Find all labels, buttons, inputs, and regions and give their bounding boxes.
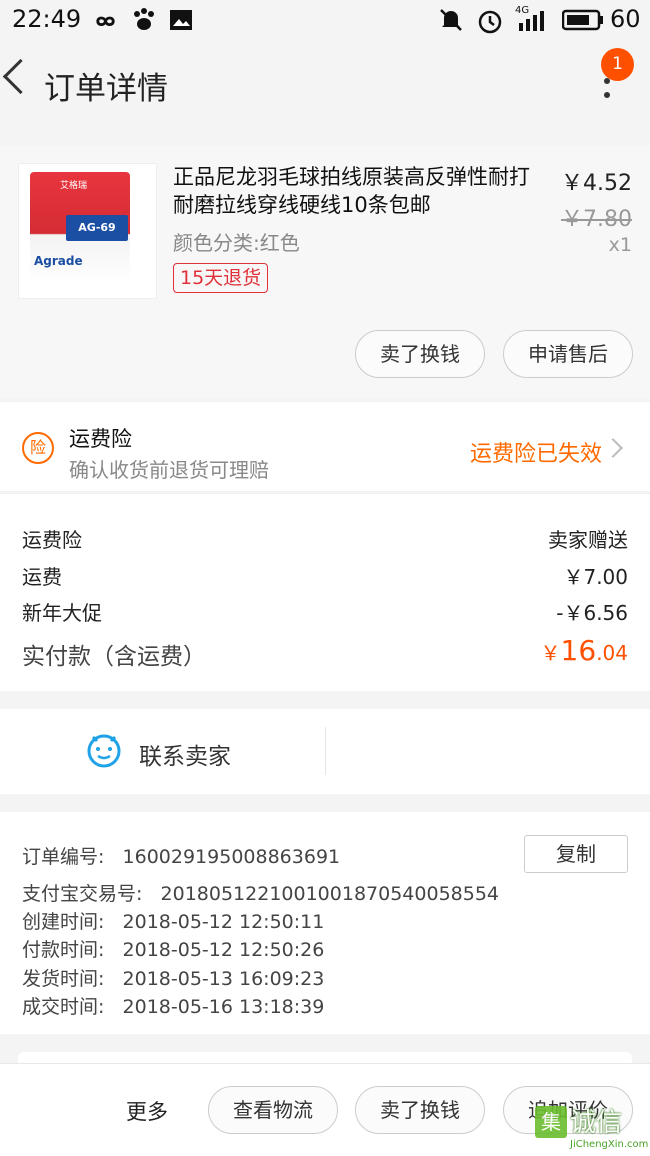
insurance-icon: 险 <box>22 432 54 464</box>
package-header-text: 艾格瑞 <box>60 181 88 191</box>
summary-value: ￥7.00 <box>563 565 628 589</box>
more-menu-icon-dot[interactable] <box>604 92 610 98</box>
info-label: 支付宝交易号: <box>22 883 143 905</box>
info-label: 订单编号: <box>22 846 105 868</box>
summary-label: 新年大促 <box>22 601 102 625</box>
summary-label: 运费险 <box>22 528 82 552</box>
info-value: 2018051221001001870540058554 <box>160 883 500 905</box>
package-brand: Agrade <box>34 254 83 268</box>
info-value: 2018-05-16 13:18:39 <box>122 996 325 1018</box>
summary-label: 运费 <box>22 565 62 589</box>
order-number-row: 订单编号: 160029195008863691 <box>22 842 340 869</box>
watermark-logo: 集 <box>535 1106 567 1138</box>
insurance-title: 运费险 <box>69 427 132 451</box>
view-logistics-button[interactable]: 查看物流 <box>208 1086 338 1134</box>
insurance-subtitle: 确认收货前退货可理赔 <box>69 458 269 482</box>
total-decimal: .04 <box>596 641 628 665</box>
info-label: 成交时间: <box>22 996 105 1018</box>
ship-time-row: 发货时间: 2018-05-13 16:09:23 <box>22 964 324 991</box>
product-sku: 颜色分类:红色 <box>173 231 300 255</box>
page-title: 订单详情 <box>44 71 168 107</box>
info-label: 付款时间: <box>22 939 105 961</box>
create-time-row: 创建时间: 2018-05-12 12:50:11 <box>22 907 324 934</box>
more-button[interactable]: 更多 <box>126 1096 168 1126</box>
battery-level: 60 <box>610 5 641 33</box>
summary-value: -￥6.56 <box>556 601 628 625</box>
info-value: 2018-05-12 12:50:26 <box>122 939 325 961</box>
summary-value: 卖家赠送 <box>548 528 628 552</box>
signal-icon <box>519 11 544 31</box>
alarm-icon <box>478 10 502 34</box>
info-value: 2018-05-13 16:09:23 <box>122 968 325 990</box>
image-icon <box>170 10 192 30</box>
info-label: 发货时间: <box>22 968 105 990</box>
info-value: 160029195008863691 <box>122 846 341 868</box>
info-value: 2018-05-12 12:50:11 <box>122 911 325 933</box>
sell-button[interactable]: 卖了换钱 <box>355 330 485 378</box>
paw-icon <box>134 8 154 30</box>
notification-badge: 1 <box>601 48 634 81</box>
info-label: 创建时间: <box>22 911 105 933</box>
chat-icon[interactable] <box>85 731 123 769</box>
insurance-status[interactable]: 运费险已失效 <box>470 436 602 468</box>
product-price: ￥4.52 <box>561 171 632 196</box>
product-original-price: ￥7.80 <box>561 207 632 232</box>
total-currency: ￥ <box>540 641 561 665</box>
status-time: 22:49 <box>12 5 82 33</box>
deal-time-row: 成交时间: 2018-05-16 13:18:39 <box>22 992 324 1019</box>
total-amount: ￥16.04 <box>541 634 628 667</box>
payment-time-row: 付款时间: 2018-05-12 12:50:26 <box>22 935 324 962</box>
alipay-number-row: 支付宝交易号: 2018051221001001870540058554 <box>22 879 499 906</box>
watermark-url: JiChengXin.com <box>570 1139 649 1150</box>
watermark-text: 诚信 <box>570 1108 623 1138</box>
contact-seller-button[interactable]: 联系卖家 <box>139 737 231 771</box>
copy-button[interactable]: 复制 <box>524 835 628 873</box>
mute-icon <box>440 9 462 31</box>
product-name[interactable]: 正品尼龙羽毛球拍线原装高反弹性耐打耐磨拉线穿线硬线10条包邮 <box>173 163 545 219</box>
product-quantity: x1 <box>608 234 632 256</box>
total-integer: 16 <box>560 634 597 667</box>
contact-divider <box>325 727 326 775</box>
sell-button-bottom[interactable]: 卖了换钱 <box>355 1086 485 1134</box>
package-model-label: AG-69 <box>66 215 128 241</box>
after-sale-button[interactable]: 申请售后 <box>503 330 633 378</box>
infinity-icon <box>96 16 115 27</box>
battery-icon <box>562 9 603 31</box>
return-policy-tag: 15天退货 <box>173 263 269 293</box>
total-label: 实付款（含运费） <box>22 644 206 670</box>
